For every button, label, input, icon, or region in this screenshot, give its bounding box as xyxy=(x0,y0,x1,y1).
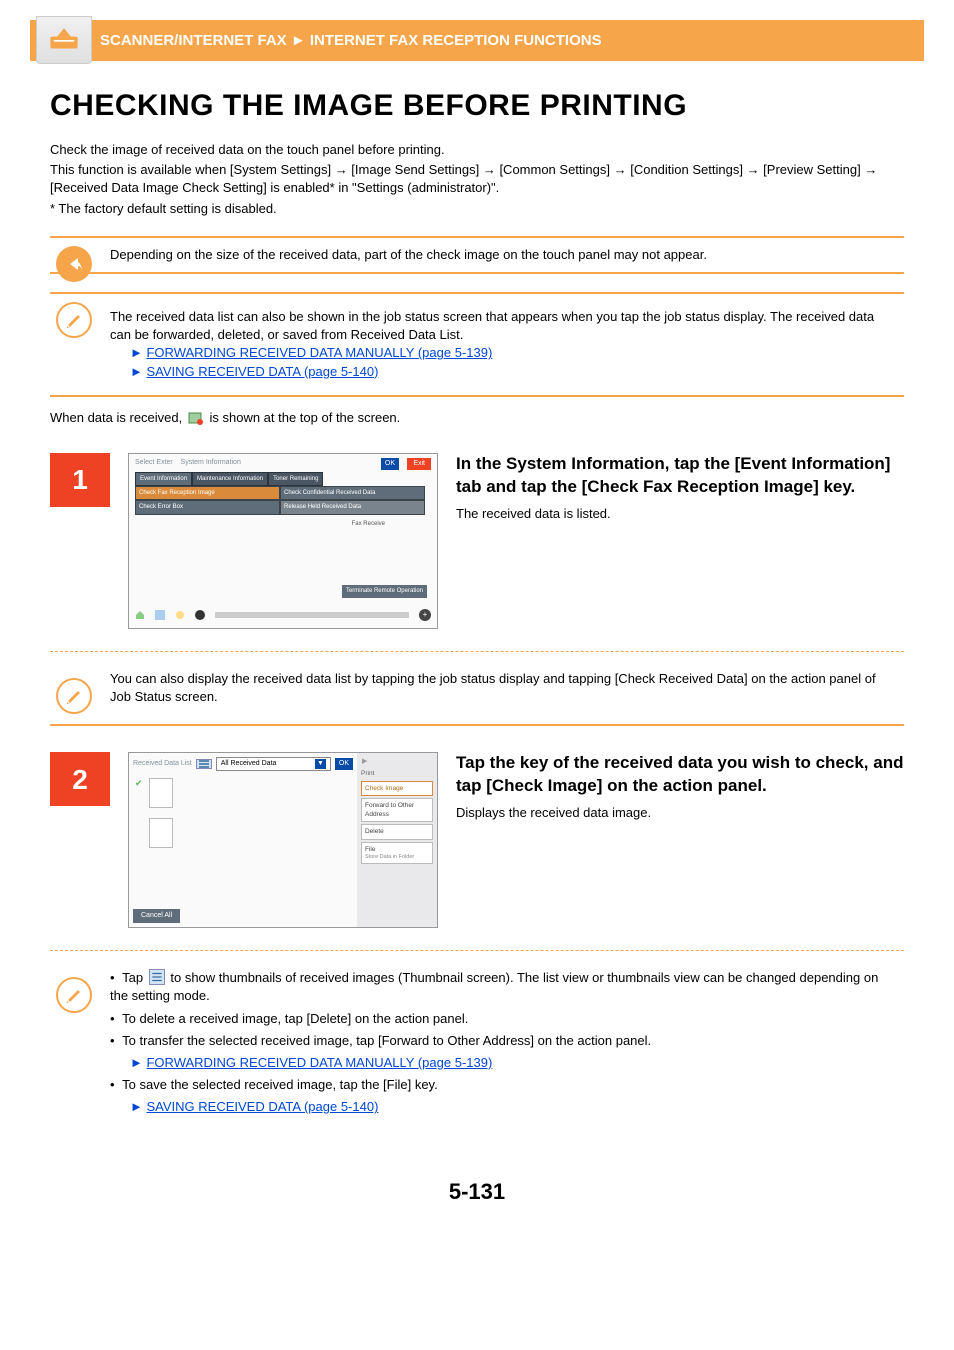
received-data-icon xyxy=(188,410,204,426)
tip-2: Tap to show thumbnails of received image… xyxy=(50,969,904,1116)
ss2-act-file-label: File xyxy=(365,845,429,854)
pencil-icon xyxy=(56,678,92,714)
pencil-icon xyxy=(56,302,92,338)
tip2-line3: To transfer the selected received image,… xyxy=(110,1032,896,1050)
intro-p3: * The factory default setting is disable… xyxy=(50,200,904,218)
ss2-title: Received Data List xyxy=(133,759,192,769)
check-mark-icon: ✔ xyxy=(135,777,143,790)
forwarding-link[interactable]: FORWARDING RECEIVED DATA MANUALLY (page … xyxy=(146,345,492,360)
dashed-separator-2 xyxy=(50,950,904,951)
home-icon[interactable] xyxy=(135,610,145,620)
tip2-line4: To save the selected received image, tap… xyxy=(110,1076,896,1094)
saving-link-2[interactable]: SAVING RECEIVED DATA (page 5-140) xyxy=(146,1099,378,1114)
ss1-tab-toner[interactable]: Toner Remaining xyxy=(268,472,323,486)
bulb-icon[interactable] xyxy=(175,610,185,620)
tip-1-text: You can also display the received data l… xyxy=(110,670,896,706)
step-2-body: Displays the received data image. xyxy=(456,804,904,822)
ss2-act-forward[interactable]: Forward to Other Address xyxy=(361,798,433,822)
dashed-separator-1 xyxy=(50,651,904,652)
dropdown-arrow-icon: ▼ xyxy=(315,759,326,769)
saving-link[interactable]: SAVING RECEIVED DATA (page 5-140) xyxy=(146,364,378,379)
intro-p2: This function is available when [System … xyxy=(50,161,904,197)
ss1-btn-release-held[interactable]: Release Held Received Data xyxy=(280,500,425,514)
ss2-dropdown[interactable]: All Received Data ▼ xyxy=(216,757,331,771)
notice1-text: Depending on the size of the received da… xyxy=(110,246,896,264)
tip2-link4: SAVING RECEIVED DATA (page 5-140) xyxy=(130,1098,896,1116)
page-number: 5-131 xyxy=(50,1177,904,1208)
ss1-bottom-bar: + xyxy=(135,608,431,622)
intro-p1: Check the image of received data on the … xyxy=(50,141,904,159)
back-arrow-icon xyxy=(56,246,92,282)
ss1-fax-receive-label: Fax Receive xyxy=(352,520,385,528)
ss2-thumb-1[interactable] xyxy=(149,778,173,808)
tip2-line2: To delete a received image, tap [Delete]… xyxy=(110,1010,896,1028)
breadcrumb-page: INTERNET FAX RECEPTION FUNCTIONS xyxy=(310,32,602,49)
expand-arrow-icon[interactable]: ▶ xyxy=(362,757,433,767)
ss1-ok-button[interactable]: OK xyxy=(381,458,399,470)
grid-icon[interactable] xyxy=(155,610,165,620)
step-1-text: In the System Information, tap the [Even… xyxy=(456,453,904,629)
pencil-icon xyxy=(56,977,92,1013)
forwarding-link-2[interactable]: FORWARDING RECEIVED DATA MANUALLY (page … xyxy=(146,1055,492,1070)
slider-bar[interactable] xyxy=(215,612,409,618)
tip2-link3: FORWARDING RECEIVED DATA MANUALLY (page … xyxy=(130,1054,896,1072)
ss1-btn-check-confidential[interactable]: Check Confidential Received Data xyxy=(280,486,425,500)
ss1-terminate-button[interactable]: Terminate Remote Operation xyxy=(342,585,427,597)
ss2-act-file[interactable]: File Store Data in Folder xyxy=(361,842,433,865)
note-before: When data is received, xyxy=(50,410,186,425)
ss2-ok-button[interactable]: OK xyxy=(335,758,353,770)
ss2-cancel-all-button[interactable]: Cancel All xyxy=(133,909,180,923)
thumbnail-view-icon xyxy=(149,969,165,985)
step-2-text: Tap the key of the received data you wis… xyxy=(456,752,904,928)
ss2-act-delete[interactable]: Delete xyxy=(361,824,433,839)
ss1-exit-button[interactable]: Exit xyxy=(407,458,431,470)
tip2-l1b: to show thumbnails of received images (T… xyxy=(110,970,878,1003)
step-2-heading: Tap the key of the received data you wis… xyxy=(456,752,904,798)
page-header: SCANNER/INTERNET FAX ► INTERNET FAX RECE… xyxy=(30,20,924,61)
step-1-heading: In the System Information, tap the [Even… xyxy=(456,453,904,499)
ss2-action-panel: ▶ Print Check Image Forward to Other Add… xyxy=(357,753,437,927)
ss1-tab-maintenance[interactable]: Maintenance Information xyxy=(192,472,268,486)
note-after: is shown at the top of the screen. xyxy=(209,410,400,425)
received-indicator-note: When data is received, is shown at the t… xyxy=(50,409,904,427)
step-2-number: 2 xyxy=(50,752,110,806)
step-1-number: 1 xyxy=(50,453,110,507)
minus-icon[interactable] xyxy=(195,610,205,620)
plus-icon[interactable]: + xyxy=(419,609,431,621)
step-1-screenshot: Select Exter System Information OK Exit … xyxy=(128,453,438,629)
intro-text: Check the image of received data on the … xyxy=(50,141,904,218)
scanner-mode-icon xyxy=(36,16,92,64)
step-1-body: The received data is listed. xyxy=(456,505,904,523)
tip-1: You can also display the received data l… xyxy=(50,670,904,706)
step-2: 2 Received Data List All Received Data ▼… xyxy=(50,752,904,928)
notice-warning: Depending on the size of the received da… xyxy=(50,236,904,274)
step-2-screenshot: Received Data List All Received Data ▼ O… xyxy=(128,752,438,928)
ss1-tab-event[interactable]: Event Information xyxy=(135,472,192,486)
breadcrumb-section: SCANNER/INTERNET FAX xyxy=(100,32,287,49)
ss1-btn-check-fax[interactable]: Check Fax Reception Image xyxy=(135,486,280,500)
list-view-icon[interactable] xyxy=(196,759,212,769)
ss1-sysinfo: System Information xyxy=(181,459,241,466)
link-saving-1: SAVING RECEIVED DATA (page 5-140) xyxy=(130,363,896,381)
notice-tip: The received data list can also be shown… xyxy=(50,292,904,397)
ss2-act-file-sub: Store Data in Folder xyxy=(365,854,429,862)
link-forwarding-1: FORWARDING RECEIVED DATA MANUALLY (page … xyxy=(130,344,896,362)
page-title: CHECKING THE IMAGE BEFORE PRINTING xyxy=(50,85,904,127)
ss1-btn-check-error[interactable]: Check Error Box xyxy=(135,500,280,514)
tip2-line1: Tap to show thumbnails of received image… xyxy=(110,969,896,1005)
ss1-select-exter: Select Exter xyxy=(135,459,173,466)
notice2-text: The received data list can also be shown… xyxy=(110,308,896,344)
breadcrumb-sep: ► xyxy=(291,32,306,49)
ss2-thumb-2[interactable] xyxy=(149,818,173,848)
tip2-l1a: Tap xyxy=(122,970,147,985)
ss2-act-check-image[interactable]: Check Image xyxy=(361,781,433,796)
step-1: 1 Select Exter System Information OK Exi… xyxy=(50,453,904,629)
ss2-act-print: Print xyxy=(361,769,433,779)
ss2-dropdown-label: All Received Data xyxy=(221,760,277,767)
